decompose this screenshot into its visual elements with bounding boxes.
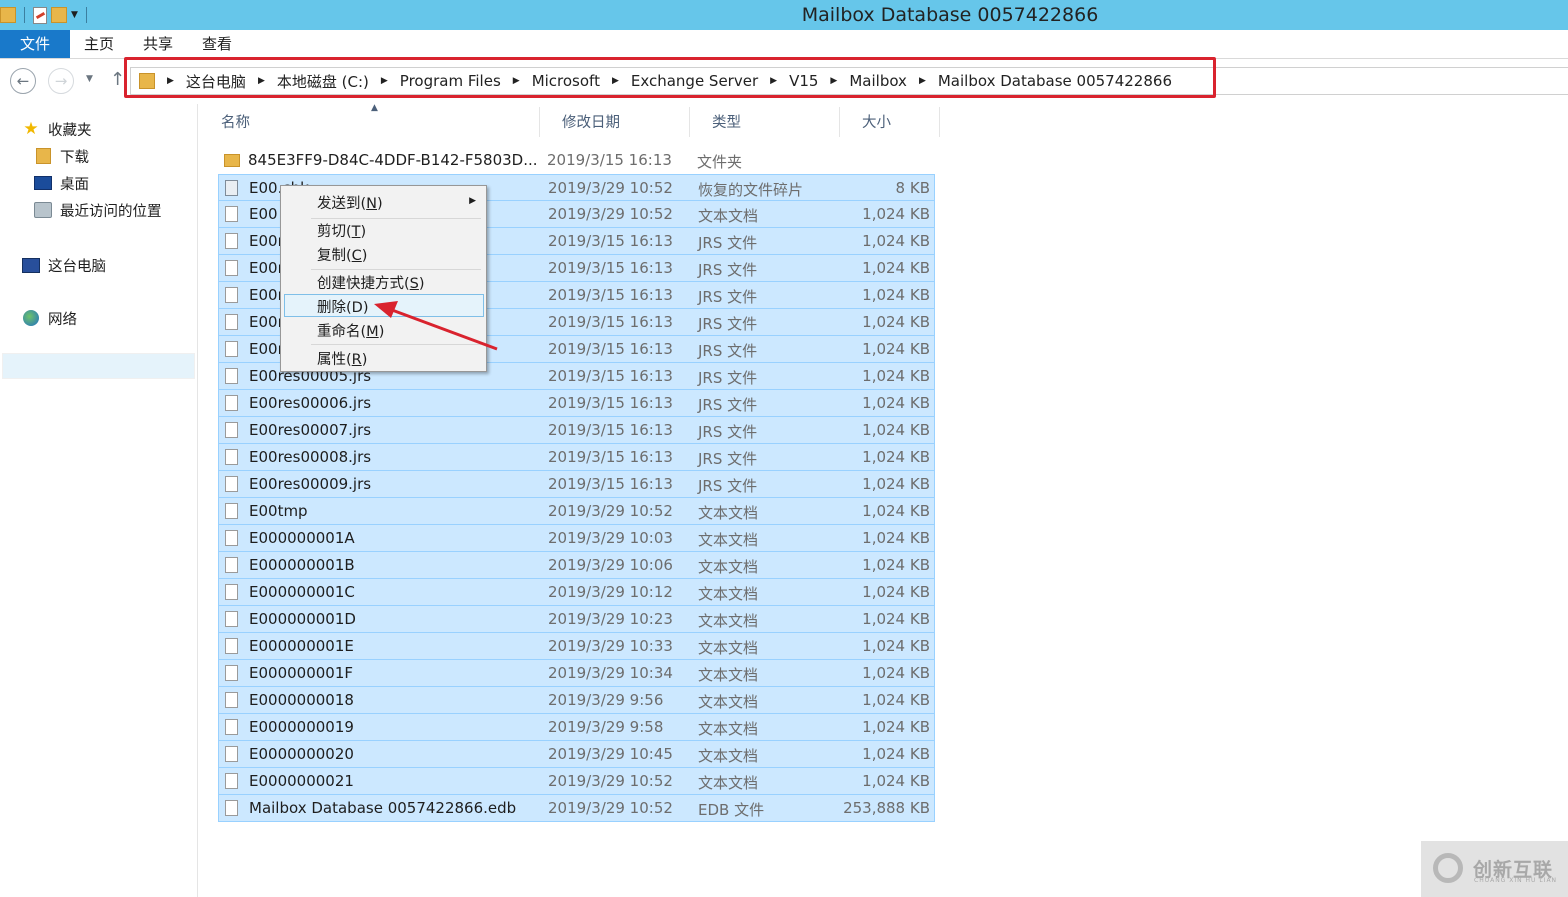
watermark: 创新互联 CHUANG XIN HU LIAN [1421, 841, 1568, 897]
annotation-arrow [374, 301, 498, 351]
annotation-arrow-shaft [391, 308, 498, 351]
annotation-arrow-head [374, 301, 398, 318]
brand-logo-icon [1433, 853, 1463, 883]
watermark-sub: CHUANG XIN HU LIAN [1474, 877, 1558, 884]
